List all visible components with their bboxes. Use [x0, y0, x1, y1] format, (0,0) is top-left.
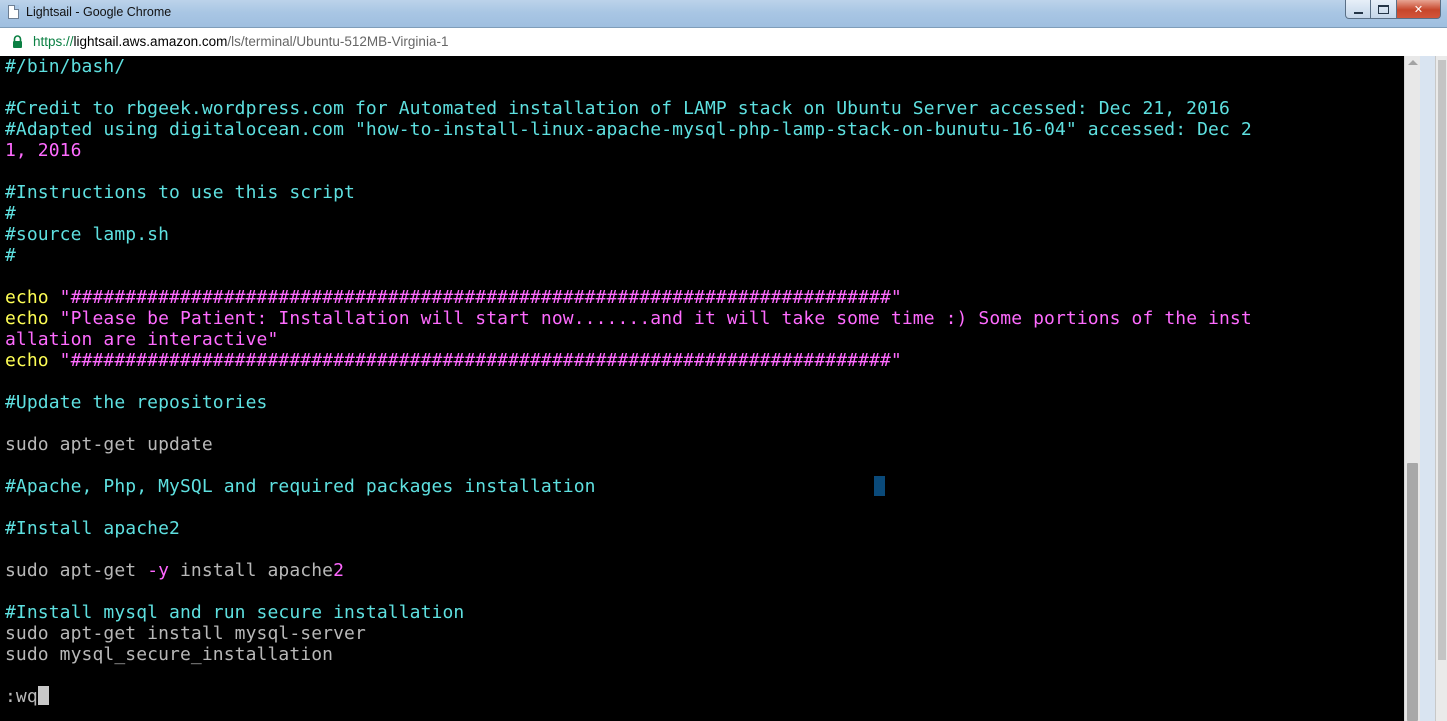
url-host: lightsail.aws.amazon.com — [73, 34, 228, 49]
window-title: Lightsail - Google Chrome — [26, 5, 172, 19]
terminal-line: #Install mysql and run secure installati… — [5, 602, 465, 623]
terminal-line: #Update the repositories — [5, 392, 268, 413]
title-bar[interactable]: Lightsail - Google Chrome ✕ — [0, 0, 1447, 28]
echo-keyword: echo — [5, 350, 49, 371]
scroll-thumb[interactable] — [1407, 463, 1418, 721]
terminal-line: #Apache, Php, MySQL and required package… — [5, 476, 596, 497]
highlight-cursor — [874, 476, 885, 496]
terminal-line: #source lamp.sh — [5, 224, 170, 245]
vim-command: :wq — [5, 686, 38, 707]
minimize-button[interactable] — [1345, 0, 1371, 19]
minimize-icon — [1353, 11, 1363, 14]
command-number: 2 — [333, 560, 345, 581]
terminal-line: echo "Please be Patient: Installation wi… — [5, 308, 1252, 329]
scroll-up-icon[interactable] — [1408, 60, 1418, 65]
terminal-line: sudo apt-get -y install apache2 — [5, 560, 1252, 581]
lock-icon — [13, 35, 22, 48]
page-scrollbar[interactable] — [1435, 56, 1447, 721]
terminal-line: allation are interactive" — [5, 329, 279, 350]
terminal-line: sudo apt-get update — [5, 434, 213, 455]
terminal-line: #Install apache2 — [5, 518, 180, 539]
command-text: install apache — [169, 560, 334, 581]
terminal-line: sudo apt-get install mysql-server — [5, 623, 366, 644]
terminal-line: # — [5, 245, 16, 266]
echo-keyword: echo — [5, 308, 49, 329]
command-flag: -y — [147, 560, 170, 581]
terminal-area[interactable]: #/bin/bash/ #Credit to rbgeek.wordpress.… — [0, 56, 1404, 721]
close-icon: ✕ — [1413, 2, 1424, 16]
browser-window: Lightsail - Google Chrome ✕ https://ligh… — [0, 0, 1447, 721]
terminal-line: echo "##################################… — [5, 287, 1252, 308]
command-text: sudo apt-get — [5, 560, 148, 581]
terminal-line: 1, 2016 — [5, 140, 82, 161]
url-text[interactable]: https://lightsail.aws.amazon.com/ls/term… — [33, 34, 448, 49]
terminal-line: echo "##################################… — [5, 350, 1252, 371]
terminal-line: #Instructions to use this script — [5, 182, 355, 203]
page-scroll-thumb[interactable] — [1438, 60, 1446, 660]
address-bar[interactable]: https://lightsail.aws.amazon.com/ls/term… — [0, 28, 1447, 57]
echo-string: "#######################################… — [48, 287, 902, 308]
terminal-line: #Credit to rbgeek.wordpress.com for Auto… — [5, 98, 1230, 119]
url-scheme: https:// — [33, 34, 74, 49]
text-cursor — [37, 686, 49, 705]
terminal-buffer: #/bin/bash/ #Credit to rbgeek.wordpress.… — [5, 56, 1252, 707]
echo-string: "Please be Patient: Installation will st… — [48, 308, 1252, 329]
page-icon — [8, 5, 19, 19]
terminal-line: #Adapted using digitalocean.com "how-to-… — [5, 119, 1252, 140]
url-path: /ls/terminal/Ubuntu-512MB-Virginia-1 — [227, 34, 449, 49]
command-line[interactable]: :wq — [5, 686, 1252, 707]
echo-keyword: echo — [5, 287, 49, 308]
terminal-scrollbar[interactable] — [1404, 56, 1420, 721]
terminal-line: #/bin/bash/ — [5, 56, 126, 77]
close-button[interactable]: ✕ — [1397, 0, 1441, 19]
window-controls: ✕ — [1345, 0, 1441, 20]
terminal-line: sudo mysql_secure_installation — [5, 644, 334, 665]
maximize-button[interactable] — [1371, 0, 1397, 19]
terminal-line: # — [5, 203, 16, 224]
maximize-icon — [1378, 4, 1389, 14]
echo-string: "#######################################… — [48, 350, 902, 371]
